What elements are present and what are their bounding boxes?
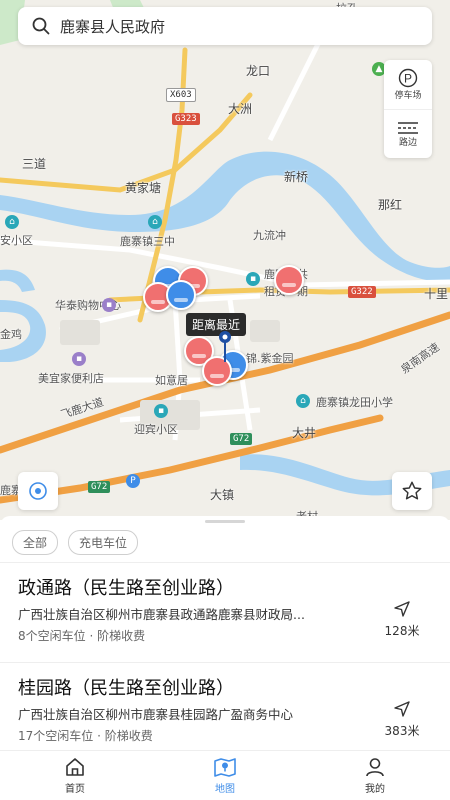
- map-label-yingbin: 迎宾小区: [134, 423, 178, 436]
- search-bar[interactable]: 鹿寨县人民政府: [18, 7, 432, 45]
- road-badge-g72-b: G72: [88, 481, 111, 493]
- filter-chip-all[interactable]: 全部: [12, 530, 59, 555]
- road-badge-x603: X603: [166, 88, 196, 102]
- user-icon: [366, 758, 384, 777]
- road-badge-g323: G323: [172, 113, 200, 125]
- parking-distance: 383米: [384, 724, 420, 738]
- map-base-layer: [0, 0, 450, 520]
- search-input[interactable]: 鹿寨县人民政府: [60, 16, 165, 37]
- star-icon: [402, 481, 422, 500]
- map-label-jiuliuchong: 九流冲: [253, 229, 286, 242]
- search-icon: [32, 17, 50, 35]
- svg-text:P: P: [404, 72, 412, 86]
- map-label-dazhen: 大镇: [210, 488, 235, 502]
- tab-mine[interactable]: 我的: [300, 751, 450, 800]
- building-poi-icon: ▪: [246, 272, 260, 286]
- map-label-dazhou: 大洲: [228, 102, 253, 116]
- map-label-shili: 十里: [424, 287, 449, 301]
- map-label-xinqiao: 新桥: [284, 170, 309, 184]
- nearest-distance-tag: 距离最近: [186, 313, 247, 336]
- navigate-icon[interactable]: [393, 700, 411, 718]
- map-label-sandao: 三道: [22, 157, 47, 171]
- parking-layer-label: 停车场: [394, 91, 422, 101]
- map-label-dajing: 大井: [292, 426, 317, 440]
- map-label-meiyijia: 美宜家便利店: [38, 372, 104, 385]
- school-poi-icon: ⌂: [148, 215, 162, 229]
- parking-marker[interactable]: [274, 265, 304, 295]
- roadside-layer-button[interactable]: 路边: [384, 109, 432, 158]
- filter-chips: 全部 充电车位: [12, 530, 139, 555]
- parking-meta: 17个空闲车位 · 阶梯收费: [18, 729, 153, 743]
- locate-button[interactable]: [18, 472, 58, 510]
- map-label-huangjiatang: 黄家塘: [125, 181, 162, 195]
- shop-poi-icon: ▪: [72, 352, 86, 366]
- map-view[interactable]: 拉孔 龙口 大洲 三道 黄家塘 新桥 那红 安小区 鹿寨镇三中 九流冲 华泰购物…: [0, 0, 450, 520]
- map-label-jiji: 金鸡: [0, 328, 22, 341]
- tab-home[interactable]: 首页: [0, 751, 150, 800]
- parking-icon: P: [398, 68, 418, 88]
- divider: [0, 662, 450, 663]
- divider: [0, 562, 450, 563]
- school-poi-icon-2: ⌂: [5, 215, 19, 229]
- location-pin-icon: [219, 331, 231, 362]
- residential-poi-icon: ▪: [154, 404, 168, 418]
- navigate-icon[interactable]: [393, 600, 411, 618]
- map-label-nahong: 那红: [378, 198, 403, 212]
- roadside-layer-label: 路边: [398, 137, 417, 148]
- shop-poi-icon-2: ▪: [102, 298, 116, 312]
- map-label-ruyiju: 如意居: [155, 374, 188, 387]
- filter-chip-charging[interactable]: 充电车位: [68, 530, 139, 555]
- parking-marker[interactable]: [166, 280, 196, 310]
- favorite-button[interactable]: [392, 472, 432, 510]
- locate-icon: [29, 482, 47, 500]
- parking-address: 广西壮族自治区柳州市鹿寨县桂园路广盈商务中心: [18, 707, 294, 722]
- bottom-tab-bar: 首页 地图 我的: [0, 750, 450, 800]
- map-label-sanzhong: 鹿寨镇三中: [120, 235, 175, 248]
- map-layer-panel: P 停车场 路边: [384, 60, 432, 158]
- parking-distance: 128米: [384, 624, 420, 638]
- map-icon: [214, 758, 236, 777]
- parking-title: 桂园路（民生路至创业路）: [18, 678, 234, 699]
- home-icon: [66, 758, 84, 776]
- school-poi-icon-3: ⌂: [296, 394, 310, 408]
- parking-meta: 8个空闲车位 · 阶梯收费: [18, 629, 146, 643]
- roadside-icon: [398, 121, 418, 134]
- sheet-drag-handle[interactable]: [205, 520, 245, 523]
- parking-title: 政通路（民生路至创业路）: [18, 578, 234, 599]
- tab-home-label: 首页: [65, 784, 85, 795]
- parking-layer-button[interactable]: P 停车场: [384, 60, 432, 109]
- road-badge-g72-a: G72: [230, 433, 253, 445]
- parking-list-sheet: 全部 充电车位 政通路（民生路至创业路） 广西壮族自治区柳州市鹿寨县政通路鹿寨县…: [0, 516, 450, 750]
- map-label-jinziyuan: 锦.紫金园: [246, 352, 294, 365]
- map-label-longtian: 鹿寨镇龙田小学: [316, 396, 393, 409]
- parking-poi-icon: P: [126, 474, 140, 488]
- map-label-anxiaoqu: 安小区: [0, 234, 33, 247]
- map-label-longkou: 龙口: [246, 64, 271, 78]
- tab-map[interactable]: 地图: [150, 751, 300, 800]
- tab-map-label: 地图: [215, 784, 235, 795]
- parking-list-item[interactable]: 政通路（民生路至创业路） 广西壮族自治区柳州市鹿寨县政通路鹿寨县财政局... 8…: [0, 566, 450, 666]
- parking-address: 广西壮族自治区柳州市鹿寨县政通路鹿寨县财政局...: [18, 607, 305, 622]
- tab-mine-label: 我的: [365, 784, 385, 795]
- road-badge-g322: G322: [348, 286, 376, 298]
